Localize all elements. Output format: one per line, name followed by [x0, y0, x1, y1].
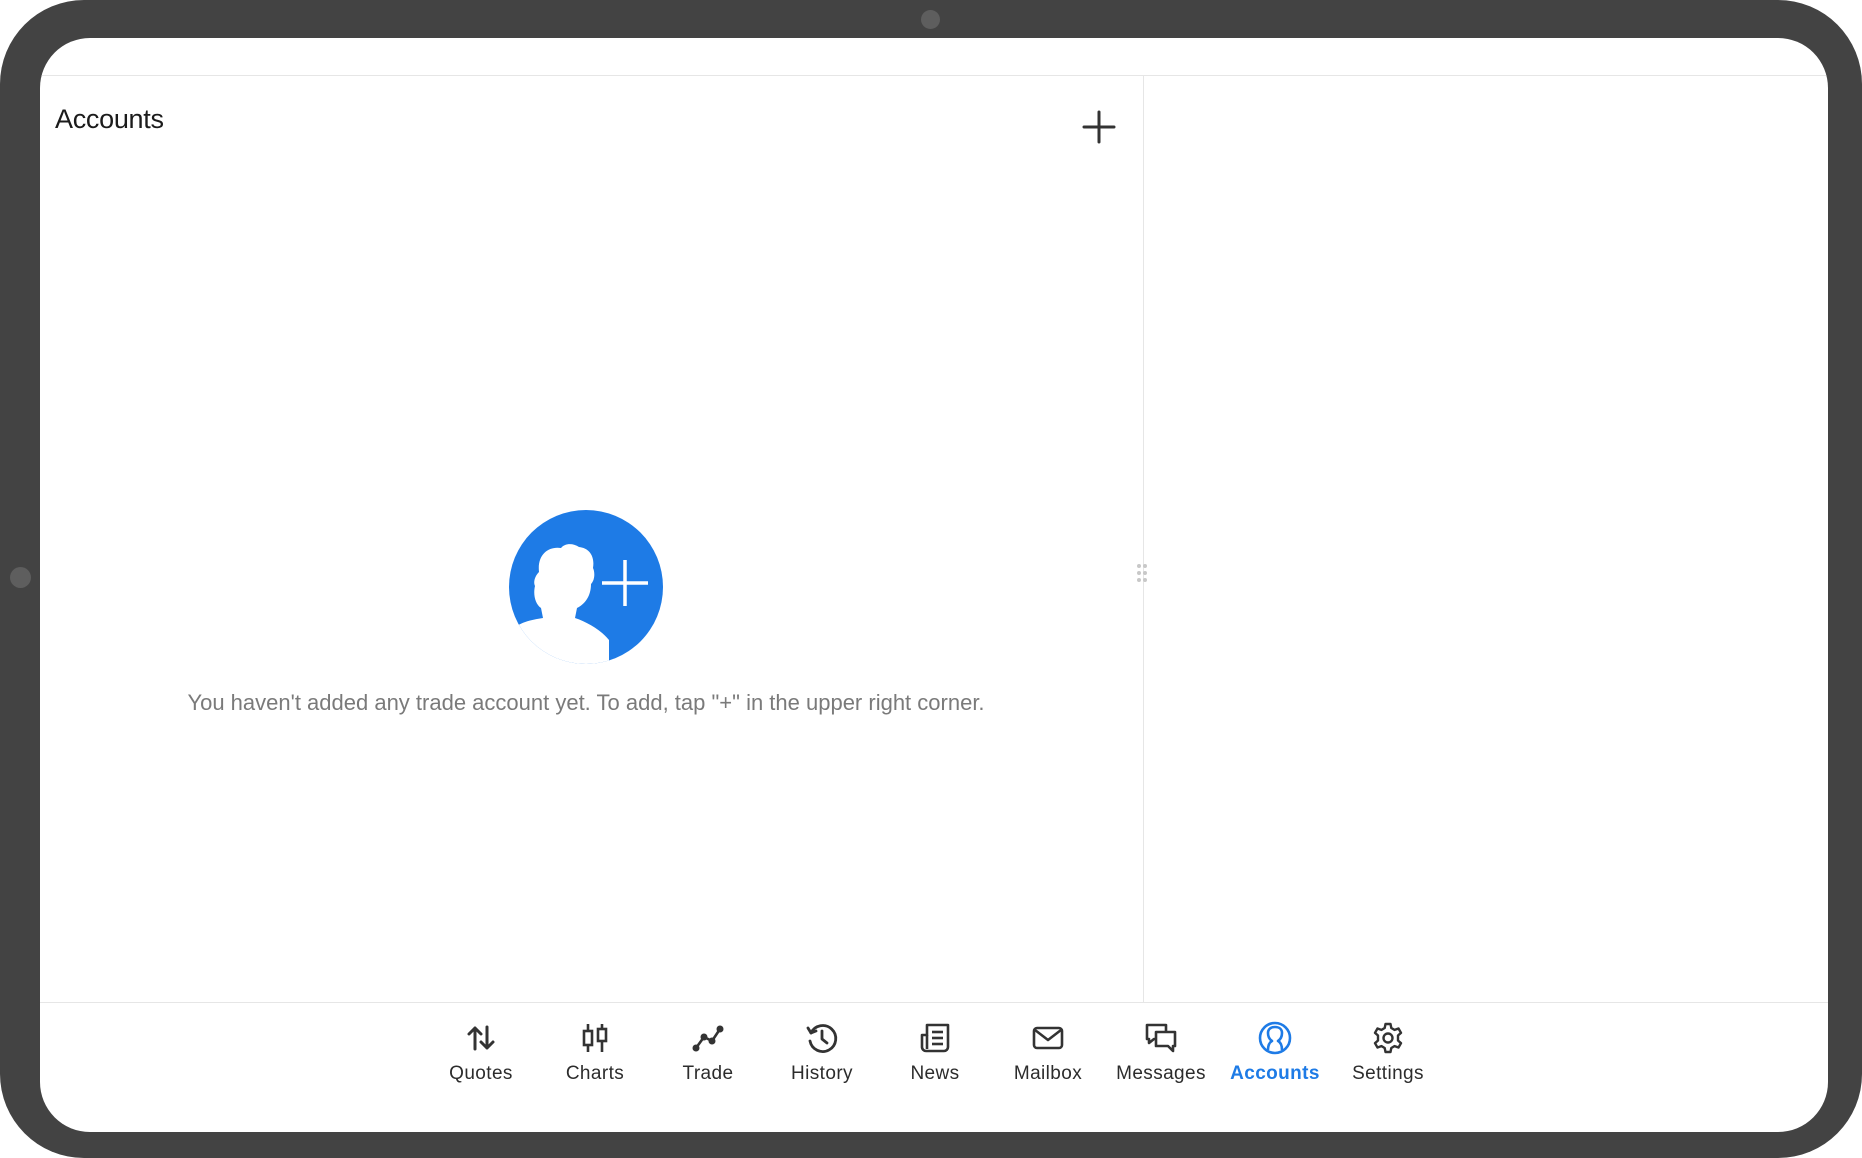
nav-item-settings[interactable]: Settings — [1333, 1021, 1443, 1091]
nav-item-news[interactable]: News — [880, 1021, 990, 1091]
screen: Accounts You haven't added any trade acc… — [40, 38, 1828, 1132]
status-bar — [40, 38, 1828, 76]
page-title: Accounts — [55, 104, 164, 134]
candlestick-icon — [582, 1024, 608, 1052]
nav-label: News — [910, 1063, 960, 1084]
nav-label: Trade — [682, 1063, 734, 1084]
newspaper-icon — [920, 1023, 950, 1053]
nav-item-mailbox[interactable]: Mailbox — [993, 1021, 1103, 1091]
arrows-up-down-icon — [467, 1025, 495, 1051]
envelope-icon — [1032, 1026, 1064, 1050]
nav-label: Quotes — [449, 1063, 513, 1084]
user-circle-icon — [1258, 1021, 1292, 1055]
nav-label: Charts — [565, 1063, 625, 1084]
nav-label: Messages — [1116, 1063, 1206, 1084]
nav-label: History — [791, 1063, 853, 1084]
side-button — [10, 567, 31, 588]
accounts-pane: Accounts You haven't added any trade acc… — [40, 76, 1147, 1002]
empty-state-message: You haven't added any trade account yet.… — [187, 690, 985, 715]
plus-icon — [1082, 110, 1116, 144]
nav-item-trade[interactable]: Trade — [653, 1021, 763, 1091]
add-account-button[interactable] — [1078, 106, 1120, 148]
add-user-icon[interactable] — [509, 510, 663, 664]
nav-item-history[interactable]: History — [767, 1021, 877, 1091]
tablet-frame: Accounts You haven't added any trade acc… — [0, 0, 1862, 1158]
detail-pane — [1144, 76, 1828, 1002]
nav-label: Mailbox — [1013, 1063, 1083, 1084]
nav-label: Accounts — [1230, 1063, 1320, 1084]
chat-bubbles-icon — [1145, 1023, 1177, 1053]
nav-label: Settings — [1352, 1063, 1424, 1084]
gear-icon — [1373, 1022, 1403, 1054]
nav-item-messages[interactable]: Messages — [1106, 1021, 1216, 1091]
nav-item-accounts[interactable]: Accounts — [1220, 1021, 1330, 1091]
bottom-navigation: Quotes Charts Trade History News Mailbox… — [40, 1002, 1828, 1132]
nav-item-charts[interactable]: Charts — [540, 1021, 650, 1091]
nav-item-quotes[interactable]: Quotes — [426, 1021, 536, 1091]
trend-line-icon — [692, 1025, 724, 1052]
history-clock-icon — [806, 1024, 838, 1053]
front-camera — [921, 10, 940, 29]
